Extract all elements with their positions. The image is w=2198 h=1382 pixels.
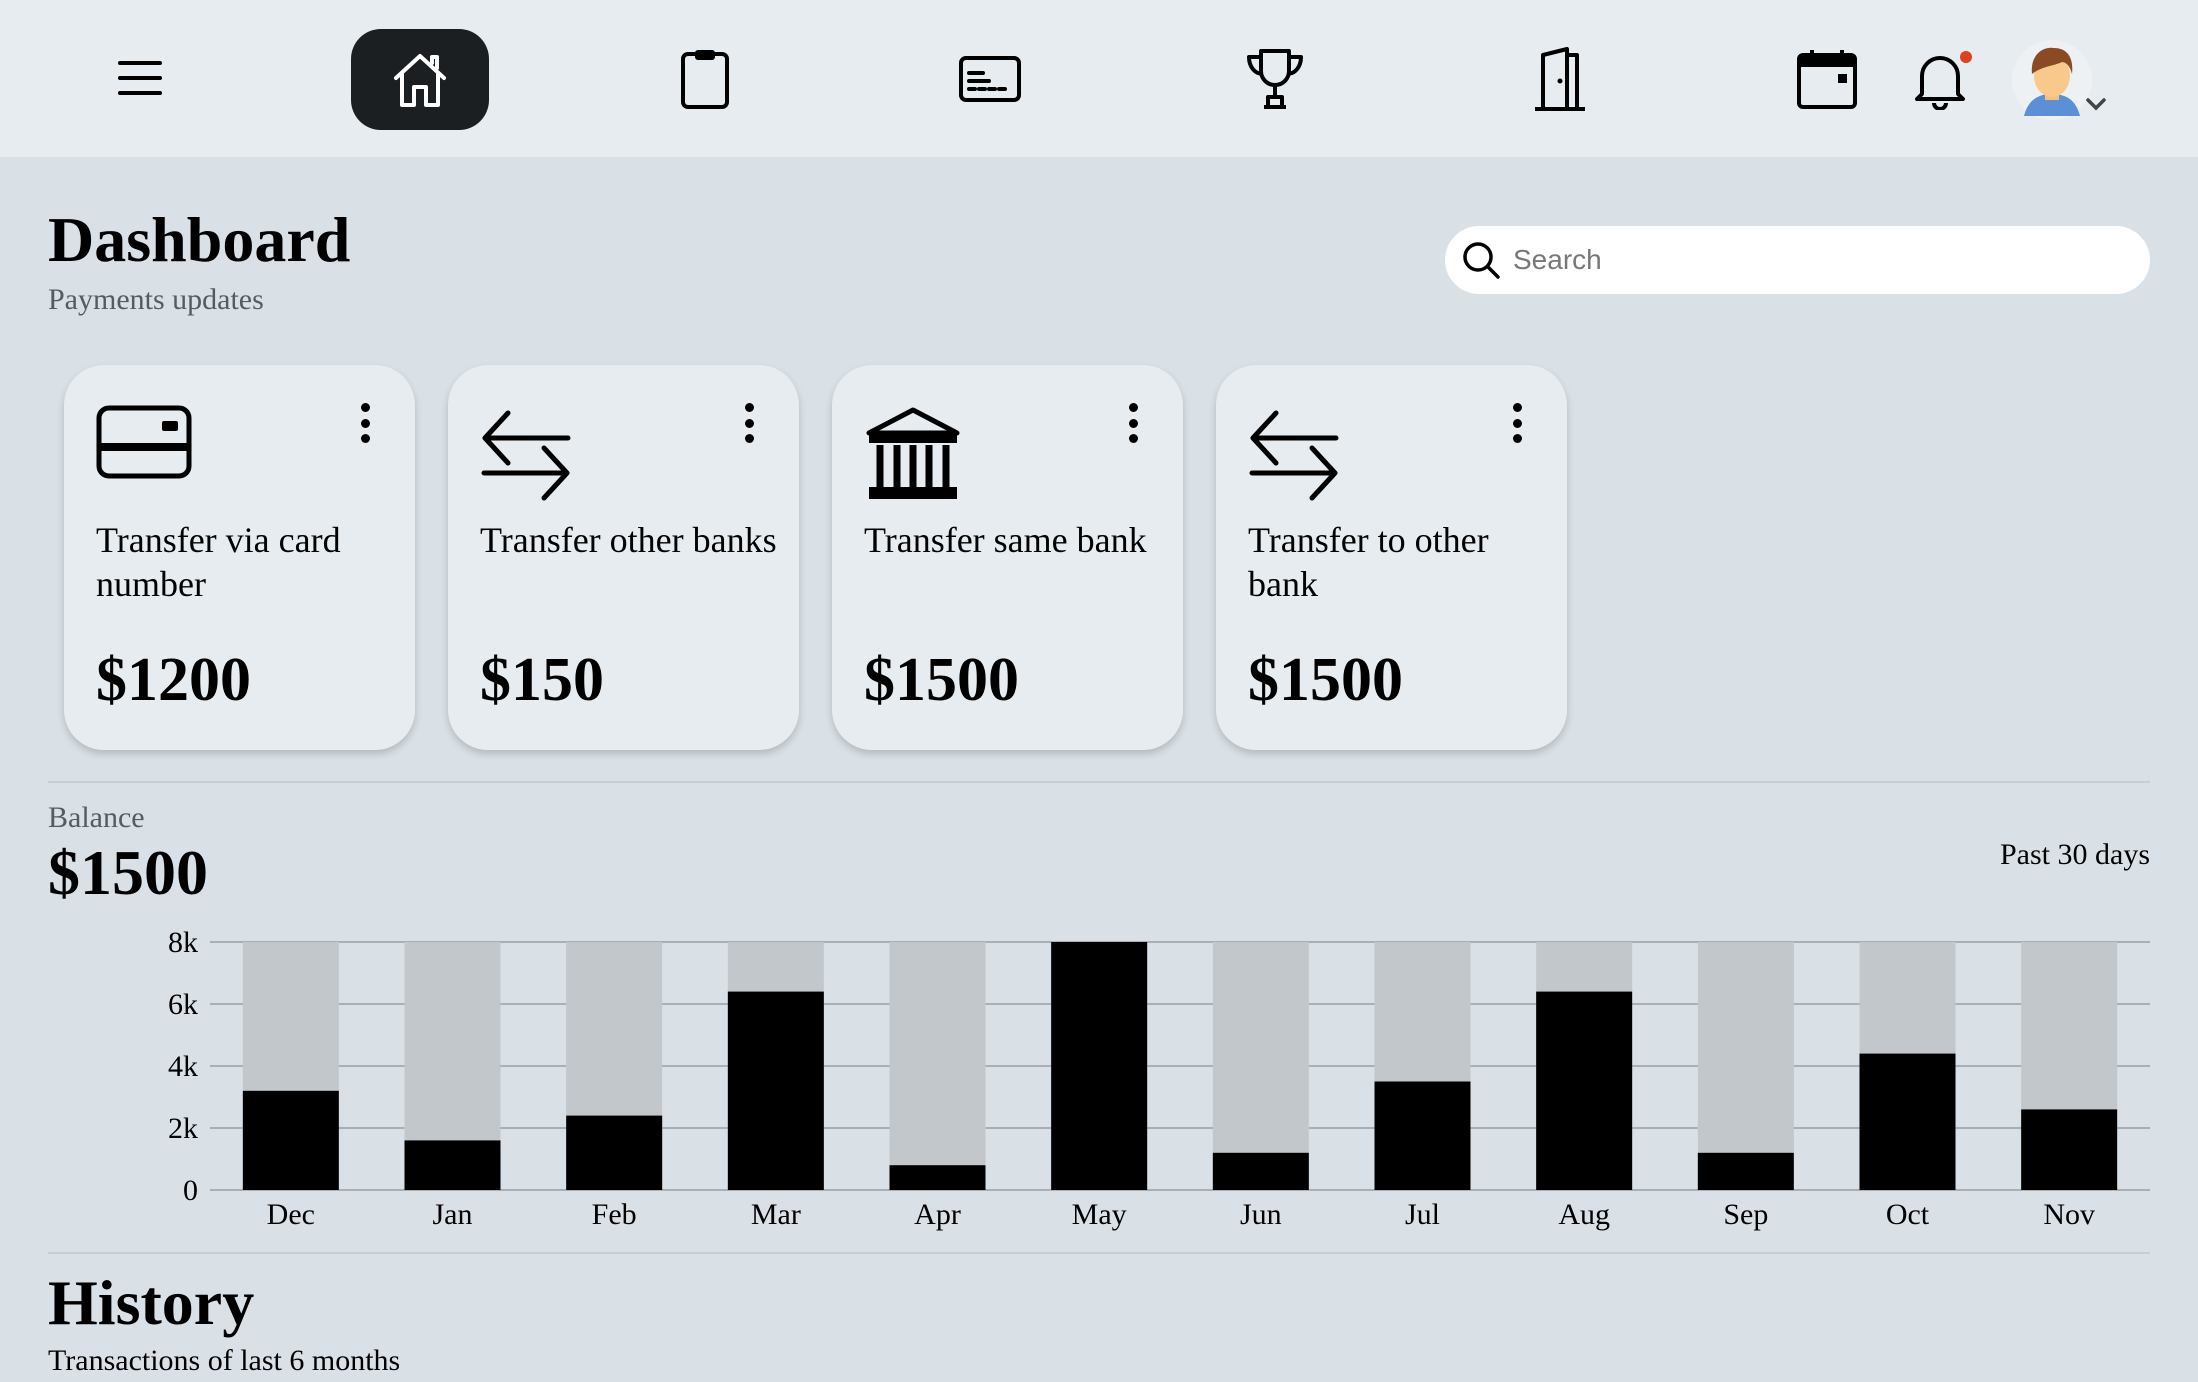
door-icon[interactable] [1525, 44, 1595, 114]
x-tick-label: Jul [1405, 1198, 1440, 1231]
card-amount: $1200 [96, 646, 251, 714]
x-tick-label: Jan [433, 1198, 473, 1231]
period-selector[interactable]: Past 30 days [2000, 838, 2150, 872]
x-tick-label: Dec [267, 1198, 315, 1231]
bar [1051, 942, 1148, 1190]
transfer-arrows-icon [1248, 405, 1340, 508]
card-label: Transfer via card number [96, 520, 341, 604]
card-amount: $1500 [1248, 646, 1403, 714]
card-label: Transfer other banks [480, 520, 777, 560]
bar [1697, 1152, 1794, 1190]
transfer-card[interactable]: Transfer to other bank $1500 [1216, 365, 1567, 750]
bar-background [889, 942, 986, 1190]
notification-dot [1960, 51, 1972, 63]
home-icon [394, 53, 446, 107]
card-amount: $1500 [864, 646, 1019, 714]
bar [1212, 1152, 1309, 1190]
card-label: Transfer same bank [864, 520, 1147, 560]
clipboard-icon[interactable] [670, 44, 740, 114]
x-tick-label: Aug [1558, 1198, 1610, 1231]
more-options-icon[interactable] [739, 398, 759, 448]
bar [2021, 1109, 2118, 1190]
y-tick-label: 2k [168, 1112, 198, 1145]
balance-chart: 0 2k 4k 6k 8k Dec Jan Feb Mar Apr May Jun Jul Aug Sep O… [168, 930, 2150, 1231]
trophy-icon[interactable] [1240, 44, 1310, 114]
x-tick-label: May [1072, 1198, 1127, 1231]
x-tick-label: Nov [2043, 1198, 2095, 1231]
x-tick-label: Mar [751, 1198, 801, 1231]
bar [242, 1090, 339, 1190]
bank-icon [864, 405, 962, 508]
y-tick-label: 4k [168, 1050, 198, 1083]
transfer-card[interactable]: Transfer via card number $1200 [64, 365, 415, 750]
credit-card-icon [96, 405, 192, 484]
bar [566, 1115, 663, 1190]
divider [48, 781, 2150, 783]
bell-icon[interactable] [1905, 44, 1975, 114]
bar [889, 1165, 986, 1190]
more-options-icon[interactable] [1507, 398, 1527, 448]
card-label: Transfer to other bank [1248, 520, 1489, 604]
history-title: History [48, 1267, 255, 1338]
divider [48, 1252, 2150, 1254]
history-subtitle: Transactions of last 6 months [48, 1344, 401, 1377]
x-tick-label: Oct [1886, 1198, 1930, 1231]
bar [1859, 1053, 1956, 1190]
x-tick-label: Feb [592, 1198, 637, 1231]
card-icon[interactable] [950, 44, 1030, 114]
transfer-arrows-icon [480, 405, 572, 508]
card-amount: $150 [480, 646, 604, 714]
more-options-icon[interactable] [355, 398, 375, 448]
menu-icon[interactable] [110, 48, 170, 108]
y-tick-label: 6k [168, 988, 198, 1021]
page-subtitle: Payments updates [48, 283, 264, 316]
calendar-icon[interactable] [1792, 44, 1862, 114]
balance-amount: $1500 [48, 837, 208, 908]
more-options-icon[interactable] [1123, 398, 1143, 448]
x-tick-label: Jun [1240, 1198, 1282, 1231]
page-title: Dashboard [48, 204, 351, 275]
search-input[interactable] [1513, 244, 2113, 276]
transfer-card[interactable]: Transfer other banks $150 [448, 365, 799, 750]
y-tick-label: 0 [183, 1174, 198, 1207]
x-tick-label: Sep [1723, 1198, 1768, 1231]
bar [1536, 991, 1633, 1190]
bar [404, 1140, 501, 1190]
balance-label: Balance [48, 801, 145, 834]
bar [727, 991, 824, 1190]
search-icon [1463, 242, 1500, 279]
bar [1374, 1081, 1471, 1190]
transfer-card[interactable]: Transfer same bank $1500 [832, 365, 1183, 750]
y-tick-label: 8k [168, 930, 198, 959]
search-bar [1445, 226, 2150, 294]
avatar[interactable] [2010, 38, 2110, 122]
home-button[interactable] [351, 29, 489, 130]
top-nav [0, 0, 2198, 157]
x-tick-label: Apr [914, 1198, 961, 1231]
